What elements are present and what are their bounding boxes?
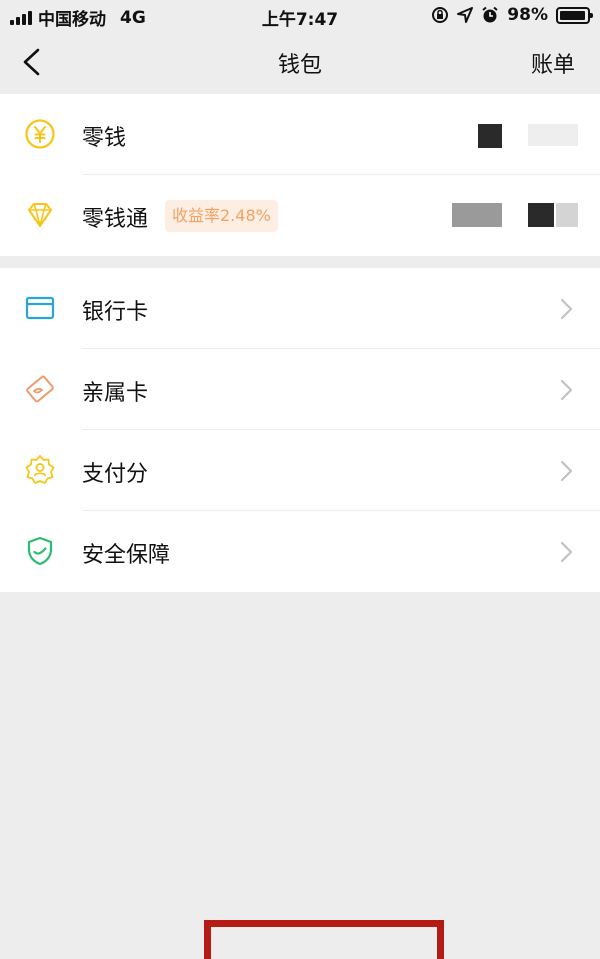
yield-badge: 收益率2.48% [165, 200, 278, 232]
yen-circle-icon [25, 119, 55, 149]
status-bar: 中国移动 4G 上午7:47 98% [0, 0, 600, 32]
family-card-icon [26, 375, 54, 403]
row-pay-score[interactable]: 支付分 [0, 430, 600, 511]
row-label-change: 零钱 [82, 126, 127, 151]
chevron-right-icon [560, 460, 573, 482]
location-arrow-icon [457, 7, 474, 23]
row-label-bank-card: 银行卡 [82, 300, 149, 325]
row-family-card[interactable]: 亲属卡 [0, 349, 600, 430]
shield-check-icon [27, 536, 53, 566]
row-change-pass[interactable]: 零钱通 收益率2.48% [0, 175, 600, 256]
balance-group: 零钱 零钱通 收益率2.48% [0, 94, 600, 256]
highlight-box [204, 920, 444, 959]
diamond-icon [28, 203, 52, 227]
battery-icon [556, 6, 593, 24]
bank-card-icon [25, 296, 55, 320]
row-label-family-card: 亲属卡 [82, 381, 149, 406]
row-bank-card[interactable]: 银行卡 [0, 268, 600, 349]
chevron-right-icon [560, 379, 573, 401]
row-label-security: 安全保障 [82, 543, 171, 568]
status-right: 98% [431, 5, 593, 25]
chevron-right-icon [560, 541, 573, 563]
nav-bar: 钱包 账单 [0, 32, 600, 94]
bill-button[interactable]: 账单 [531, 47, 575, 79]
page-title: 钱包 [277, 53, 322, 78]
services-group: 银行卡 亲属卡 支付分 安全保障 [0, 268, 600, 592]
redacted-amount-faded [556, 203, 578, 227]
redacted-amount [452, 203, 502, 227]
redacted-amount [528, 203, 554, 227]
rotation-lock-icon [432, 7, 449, 23]
pay-score-icon [25, 455, 55, 484]
row-label-pay-score: 支付分 [82, 462, 149, 487]
chevron-right-icon [560, 298, 573, 320]
redacted-amount-faded [528, 124, 578, 146]
battery-fill [560, 10, 586, 20]
redacted-amount [478, 124, 502, 148]
row-label-change-pass: 零钱通 [82, 207, 149, 232]
row-change[interactable]: 零钱 [0, 94, 600, 175]
alarm-icon [482, 6, 498, 23]
battery-percent: 98% [507, 5, 548, 25]
row-security[interactable]: 安全保障 [0, 511, 600, 592]
